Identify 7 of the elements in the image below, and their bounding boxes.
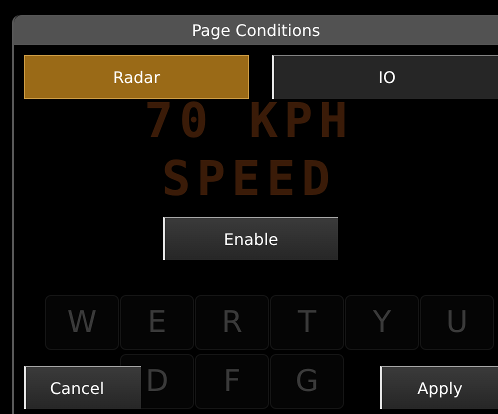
dialog-title: Page Conditions <box>14 15 498 45</box>
tab[interactable]: IO <box>272 55 498 99</box>
enable-button[interactable]: Enable <box>162 217 338 260</box>
apply-button[interactable]: Apply <box>380 366 498 409</box>
sign-text: SPEED <box>162 153 336 205</box>
cancel-button[interactable]: Cancel <box>24 366 141 409</box>
tab[interactable]: Radar <box>24 55 249 99</box>
